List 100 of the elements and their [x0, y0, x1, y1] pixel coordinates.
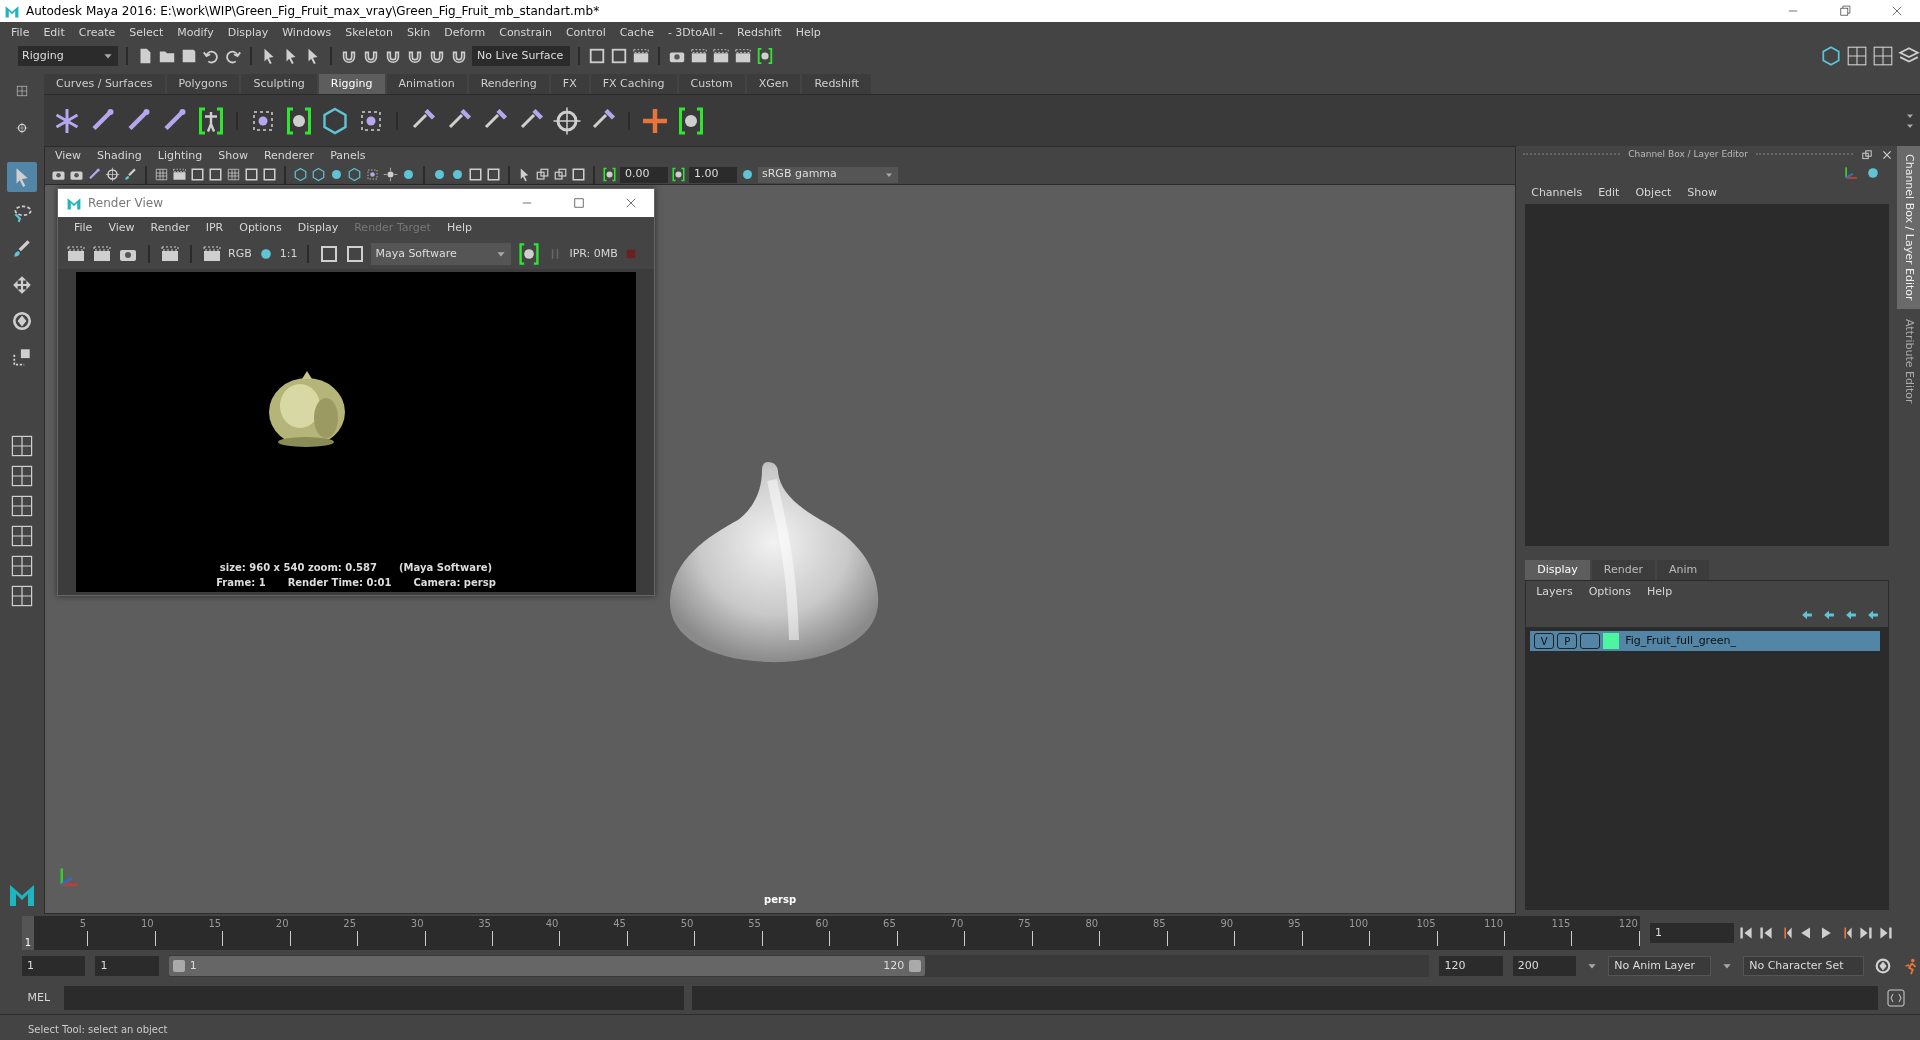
- shelf-tab[interactable]: Animation: [386, 73, 467, 94]
- menu-item[interactable]: Display: [220, 24, 276, 42]
- axis-icon[interactable]: [1843, 165, 1859, 181]
- menu-item[interactable]: View: [55, 147, 82, 165]
- menu-item[interactable]: File: [4, 24, 37, 42]
- layer-editor-tab[interactable]: Render: [1591, 559, 1655, 580]
- clapperboard-icon[interactable]: [92, 244, 112, 264]
- menu-item[interactable]: IPR: [197, 219, 232, 237]
- skip-end-icon[interactable]: [1878, 925, 1894, 941]
- arrow-icon[interactable]: [1844, 608, 1858, 622]
- skip-start-icon[interactable]: [1738, 925, 1754, 941]
- bracket-icon[interactable]: [676, 105, 706, 136]
- clapperboard-icon[interactable]: [66, 244, 86, 264]
- side-tab[interactable]: Channel Box / Layer Editor: [1897, 146, 1920, 309]
- shelf-tab[interactable]: Polygons: [166, 73, 240, 94]
- menu-item[interactable]: Edit: [1598, 184, 1620, 202]
- menu-item[interactable]: Cache: [612, 24, 661, 42]
- bracket-icon[interactable]: [671, 167, 686, 182]
- actual-size-button[interactable]: 1:1: [279, 245, 298, 263]
- float-icon[interactable]: [1861, 149, 1873, 161]
- bracket-icon[interactable]: [517, 242, 542, 266]
- cube-icon[interactable]: [311, 167, 326, 182]
- menu-item[interactable]: Select: [122, 24, 171, 42]
- window-close-icon[interactable]: [624, 196, 638, 210]
- light-icon[interactable]: [383, 167, 398, 182]
- rotate-icon[interactable]: [1874, 957, 1892, 975]
- range-slider-track[interactable]: 1 120: [168, 955, 1430, 977]
- sphere-icon[interactable]: [432, 167, 447, 182]
- menu-item[interactable]: Show: [1687, 184, 1717, 202]
- current-frame-field[interactable]: 1: [1650, 923, 1734, 943]
- menu-item[interactable]: Options: [1588, 583, 1632, 601]
- exposure-field[interactable]: 0.00: [620, 166, 668, 183]
- menu-item[interactable]: Shading: [97, 147, 142, 165]
- menu-item[interactable]: Lighting: [157, 147, 203, 165]
- square-icon[interactable]: [190, 167, 205, 182]
- menu-item[interactable]: Redshift: [730, 24, 789, 42]
- arrow-icon[interactable]: [1822, 608, 1836, 622]
- sphere-icon[interactable]: [329, 167, 344, 182]
- square-icon[interactable]: [588, 47, 606, 65]
- clapperboard-icon[interactable]: [712, 47, 730, 65]
- square-icon[interactable]: [262, 167, 277, 182]
- menu-item[interactable]: Object: [1635, 184, 1672, 202]
- grid-icon[interactable]: [154, 167, 169, 182]
- shelf-tab[interactable]: Rigging: [318, 73, 385, 94]
- shelf-tab[interactable]: Curves / Surfaces: [44, 73, 165, 94]
- cube-icon[interactable]: [293, 167, 308, 182]
- live-surface-field[interactable]: No Live Surface: [472, 46, 570, 66]
- cube-icon[interactable]: [1820, 45, 1842, 67]
- display-type-toggle[interactable]: [1580, 633, 1601, 649]
- bone-icon[interactable]: [87, 167, 102, 182]
- rgb-button[interactable]: RGB: [228, 245, 252, 263]
- clapperboard-icon[interactable]: [172, 167, 187, 182]
- crosshair-icon[interactable]: [105, 167, 120, 182]
- restore-icon[interactable]: [1838, 4, 1852, 18]
- cube-icon[interactable]: [320, 105, 350, 136]
- bracket-icon[interactable]: [602, 167, 617, 182]
- dots-icon[interactable]: [365, 167, 380, 182]
- timeline-ruler[interactable]: 1 5 10 15 20 25 30 35 40 45 50 55 60 65 70 75 80 85 90 95 100 105 110 115 120: [22, 916, 1640, 950]
- clapperboard-icon[interactable]: [202, 244, 222, 264]
- menu-item[interactable]: Channels: [1531, 184, 1583, 202]
- sphere-icon[interactable]: [401, 167, 416, 182]
- layout-icon[interactable]: [10, 434, 34, 458]
- menu-item[interactable]: Help: [438, 219, 480, 237]
- window-close-icon[interactable]: [1890, 4, 1904, 18]
- layer-editor-tab[interactable]: Anim: [1656, 559, 1710, 580]
- crosshair-icon[interactable]: [552, 105, 582, 136]
- grid-icon[interactable]: [226, 167, 241, 182]
- shelf-tab[interactable]: Custom: [678, 73, 745, 94]
- layout-icon[interactable]: [1846, 45, 1868, 67]
- square-icon[interactable]: [571, 167, 586, 182]
- playback-start-field[interactable]: 1: [95, 956, 159, 976]
- shelf-tab[interactable]: FX Caching: [590, 73, 677, 94]
- float-icon[interactable]: [553, 167, 568, 182]
- script-editor-icon[interactable]: [1886, 988, 1906, 1008]
- command-input-field[interactable]: [63, 986, 684, 1010]
- gamma-field[interactable]: 1.00: [689, 166, 737, 183]
- shelf-tab[interactable]: XGen: [746, 73, 801, 94]
- arrow-icon[interactable]: [1866, 608, 1880, 622]
- layer-color-swatch[interactable]: [1603, 633, 1620, 649]
- menu-item[interactable]: Edit: [36, 24, 72, 42]
- close-icon[interactable]: [1881, 149, 1893, 161]
- clapperboard-icon[interactable]: [690, 47, 708, 65]
- menu-item[interactable]: - 3DtoAll -: [660, 24, 730, 42]
- layout-icon[interactable]: [10, 584, 34, 608]
- menu-item[interactable]: Skeleton: [338, 24, 400, 42]
- bracket-icon[interactable]: [284, 105, 314, 136]
- layout-icon[interactable]: [10, 464, 34, 488]
- renderer-dropdown[interactable]: Maya Software: [371, 243, 512, 265]
- anim-layer-dropdown[interactable]: No Anim Layer: [1608, 956, 1712, 976]
- crosshair-icon[interactable]: [16, 121, 28, 134]
- color-space-dropdown[interactable]: sRGB gamma: [758, 166, 898, 183]
- figure-icon[interactable]: [196, 105, 226, 136]
- clapperboard-icon[interactable]: [160, 244, 180, 264]
- menu-item[interactable]: Help: [1647, 583, 1673, 601]
- clapperboard-icon[interactable]: [632, 47, 650, 65]
- layout-icon[interactable]: [1872, 45, 1894, 67]
- menu-set-dropdown[interactable]: Rigging: [18, 46, 118, 66]
- menu-item[interactable]: Show: [218, 147, 248, 165]
- character-set-dropdown[interactable]: No Character Set: [1743, 956, 1864, 976]
- skip-end-icon[interactable]: [1858, 925, 1874, 941]
